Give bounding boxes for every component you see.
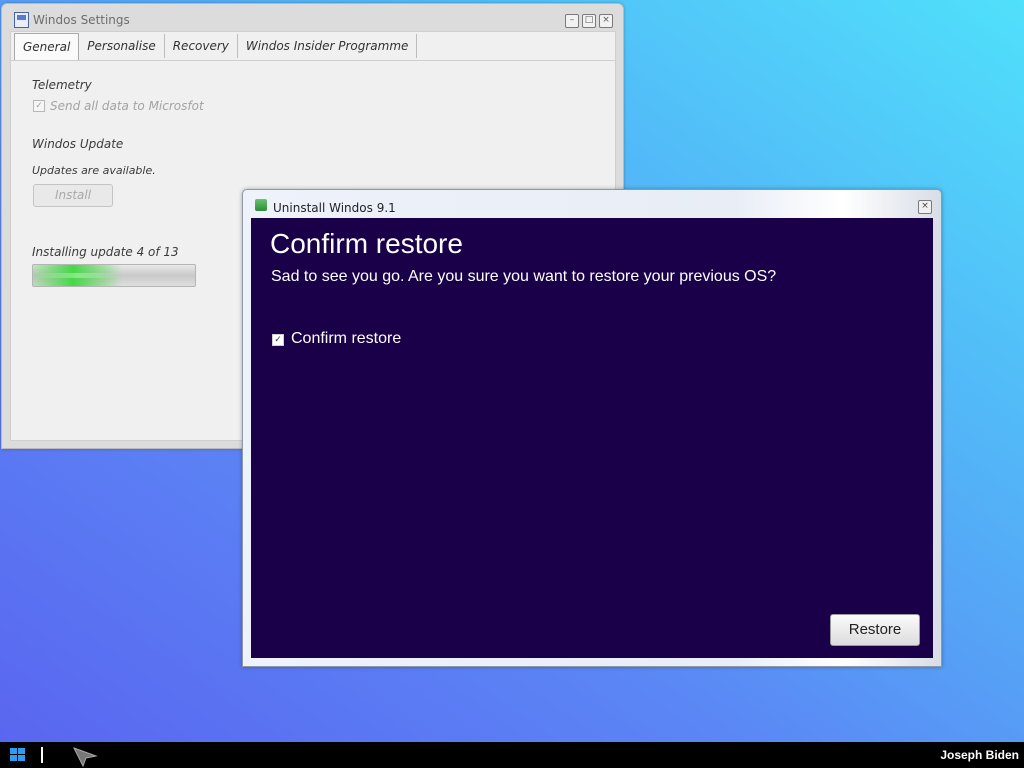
- tab-windos-insider-programme[interactable]: Windos Insider Programme: [238, 34, 418, 58]
- tab-general[interactable]: General: [14, 33, 80, 60]
- uninstall-titlebar[interactable]: Uninstall Windos 9.1 ×: [243, 190, 941, 218]
- confirm-restore-checkbox-label[interactable]: Confirm restore: [291, 330, 401, 348]
- desktop: Windos Settings – □ × General Personalis…: [0, 0, 1024, 742]
- confirm-restore-heading: Confirm restore: [270, 228, 463, 259]
- close-icon[interactable]: ×: [599, 14, 613, 28]
- maximize-icon[interactable]: □: [582, 14, 596, 28]
- telemetry-heading: Telemetry: [32, 78, 92, 92]
- windows-logo-icon[interactable]: [6, 746, 30, 764]
- close-icon[interactable]: ×: [918, 200, 932, 214]
- cursor-icon[interactable]: [72, 745, 98, 767]
- settings-tabs: General Personalise Recovery Windos Insi…: [14, 32, 418, 60]
- confirm-restore-subtitle: Sad to see you go. Are you sure you want…: [271, 268, 777, 285]
- taskbar: Joseph Biden: [0, 742, 1024, 768]
- uninstall-dialog: Uninstall Windos 9.1 × Confirm restore S…: [242, 189, 942, 667]
- confirm-restore-checkbox[interactable]: ✓: [272, 334, 284, 346]
- telemetry-checkbox[interactable]: ✓: [33, 100, 45, 112]
- restore-button[interactable]: Restore: [830, 614, 920, 646]
- uninstall-dialog-title: Uninstall Windos 9.1: [273, 201, 396, 215]
- progress-label: Installing update 4 of 13: [32, 245, 179, 259]
- tab-personalise[interactable]: Personalise: [79, 34, 165, 58]
- tab-divider: [11, 60, 615, 61]
- minimize-icon[interactable]: –: [565, 14, 579, 28]
- update-status: Updates are available.: [32, 164, 156, 177]
- update-progress-bar: [32, 264, 196, 287]
- settings-app-icon: [14, 12, 29, 28]
- progress-fill: [33, 265, 123, 286]
- settings-titlebar[interactable]: Windos Settings – □ ×: [2, 4, 623, 34]
- tab-recovery[interactable]: Recovery: [165, 34, 238, 58]
- telemetry-checkbox-label: Send all data to Microsfot: [50, 99, 204, 113]
- settings-window-title: Windos Settings: [33, 13, 130, 27]
- taskbar-divider: [41, 747, 43, 763]
- uninstall-content: Confirm restore Sad to see you go. Are y…: [251, 218, 933, 658]
- install-button[interactable]: Install: [33, 184, 113, 207]
- uninstall-app-icon: [255, 199, 267, 211]
- taskbar-user-name[interactable]: Joseph Biden: [940, 748, 1019, 762]
- update-heading: Windos Update: [32, 137, 124, 151]
